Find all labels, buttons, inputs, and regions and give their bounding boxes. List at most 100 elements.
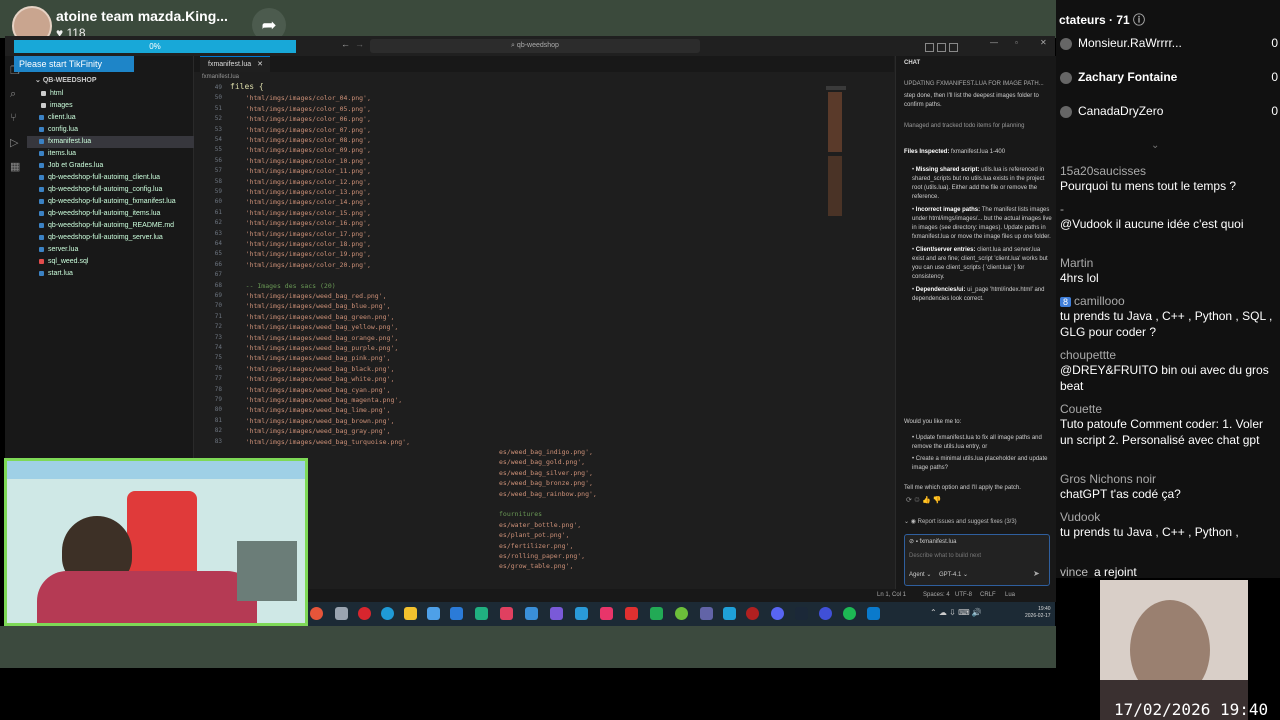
file-tree-item[interactable]: qb-weedshop-full-autoimg_fxmanifest.lua (27, 196, 205, 208)
file-tree-item[interactable]: html (27, 88, 207, 100)
encoding[interactable]: UTF-8 (955, 592, 972, 598)
send-icon[interactable]: ➤ (1033, 569, 1040, 578)
file-tree-item[interactable]: qb-weedshop-full-autoimg_client.lua (27, 172, 205, 184)
chat-message[interactable]: - @Vudook il aucune idée c'est quoi (1060, 202, 1278, 232)
app-icon-9[interactable] (500, 607, 513, 620)
app-icon-14[interactable] (625, 607, 638, 620)
app-icon-15[interactable] (650, 607, 663, 620)
top-viewer-row[interactable]: Monsieur.RaWrrrr... 0 (1060, 36, 1278, 50)
chat-input-box[interactable]: ⊘ ▪ fxmanifest.lua Describe what to buil… (904, 534, 1050, 586)
app-icon-10[interactable] (525, 607, 538, 620)
close-window-icon[interactable]: ✕ (1040, 38, 1047, 47)
discord-icon[interactable] (771, 607, 784, 620)
eol[interactable]: CRLF (980, 592, 996, 598)
chat-tab[interactable]: CHAT (904, 60, 920, 66)
chat-username[interactable]: Couette (1060, 402, 1278, 416)
collapse-chevron-icon[interactable]: ⌄ (1151, 140, 1159, 151)
opera-icon[interactable] (358, 607, 371, 620)
code-line-partial: es/weed_bag_bronze.png', (499, 479, 593, 488)
info-icon[interactable]: ⓘ (1133, 13, 1145, 27)
edge-icon[interactable] (381, 607, 394, 620)
store-icon[interactable] (427, 607, 440, 620)
chat-username[interactable]: vince (1060, 565, 1088, 579)
taskview-icon[interactable] (335, 607, 348, 620)
file-tree-item[interactable]: sql_weed.sql (27, 256, 205, 268)
file-tree-item[interactable]: fxmanifest.lua (27, 136, 205, 148)
chat-message[interactable]: Martin 4hrs lol (1060, 256, 1278, 286)
layout-icons[interactable] (925, 39, 975, 52)
chat-username[interactable]: 8 camillooo (1060, 294, 1278, 308)
language-mode[interactable]: Lua (1005, 592, 1015, 598)
file-tree-item[interactable]: server.lua (27, 244, 205, 256)
chat-feedback-icons[interactable]: ⟳ ♲ 👍 👎 (906, 496, 941, 504)
source-control-icon[interactable]: ⑂ (10, 112, 22, 124)
app-icon-18[interactable] (723, 607, 736, 620)
chat-message[interactable]: Couette Tuto patoufe Comment coder: 1. Vo… (1060, 402, 1278, 448)
file-tree-item[interactable]: start.lua (27, 268, 205, 280)
vscode-taskbar-icon[interactable] (867, 607, 880, 620)
tiktok-icon[interactable] (600, 607, 613, 620)
nav-back-icon[interactable]: ← (341, 39, 350, 49)
chat-message[interactable]: Vudook tu prends tu Java , C++ , Python , (1060, 510, 1278, 540)
app-icon-8[interactable] (475, 607, 488, 620)
chat-message[interactable]: choupettte @DREY&FRUITO bin oui avec du g… (1060, 348, 1278, 394)
agent-mode-select[interactable]: Agent ⌄ (909, 571, 931, 578)
files-inspected-value[interactable]: fxmanifest.lua 1-400 (951, 149, 1005, 155)
minimap[interactable] (826, 86, 846, 226)
chat-message[interactable]: 8 camillooo tu prends tu Java , C++ , Pyth… (1060, 294, 1278, 340)
chat-username[interactable]: choupettte (1060, 348, 1278, 362)
teams-icon[interactable] (700, 607, 713, 620)
xbox-icon[interactable] (675, 607, 688, 620)
minimize-icon[interactable]: — (990, 38, 998, 47)
chat-message[interactable]: vince a rejoint (1060, 564, 1278, 580)
explorer-root[interactable]: ⌄ QB-WEEDSHOP (35, 76, 96, 84)
indentation[interactable]: Spaces: 4 (923, 592, 950, 598)
file-tree-item[interactable]: images (27, 100, 207, 112)
taskbar-date: 2026-02-17 (1025, 613, 1051, 619)
chat-message[interactable]: Gros Nichons noir chatGPT t'as codé ça? (1060, 472, 1278, 502)
file-tree-item[interactable]: client.lua (27, 112, 205, 124)
maximize-icon[interactable]: ▫ (1015, 38, 1018, 47)
file-tree-item[interactable]: qb-weedshop-full-autoimg_config.lua (27, 184, 205, 196)
chat-username[interactable]: Martin (1060, 256, 1278, 270)
file-explorer-icon[interactable] (404, 607, 417, 620)
app-icon-12[interactable] (575, 607, 588, 620)
file-tree-item[interactable]: qb-weedshop-full-autoimg_server.lua (27, 232, 205, 244)
app-icon-19[interactable] (746, 607, 759, 620)
spotify-icon[interactable] (843, 607, 856, 620)
tab-close-icon[interactable]: ✕ (257, 61, 263, 68)
tray-icons[interactable]: ⌃ ☁ ⇩ ⌨ 🔊 (930, 608, 982, 617)
file-tree-item[interactable]: items.lua (27, 148, 205, 160)
file-tree-item[interactable]: Job et Grades.lua (27, 160, 205, 172)
app-icon-11[interactable] (550, 607, 563, 620)
file-tree-item[interactable]: qb-weedshop-full-autoimg_items.lua (27, 208, 205, 220)
run-debug-icon[interactable]: ▷ (10, 136, 22, 149)
file-tree-item[interactable]: qb-weedshop-full-autoimg_README.md (27, 220, 205, 232)
app-icon-1[interactable] (310, 607, 323, 620)
viewers-count[interactable]: ctateurs · 71 ⓘ (1059, 11, 1145, 28)
file-tree-item[interactable]: config.lua (27, 124, 205, 136)
chat-message[interactable]: 15a20saucisses Pourquoi tu mens tout le t… (1060, 164, 1278, 194)
search-icon[interactable]: ⌕ (10, 88, 22, 100)
top-viewer-row[interactable]: Zachary Fontaine 0 (1060, 70, 1278, 84)
chat-username[interactable]: Vudook (1060, 510, 1278, 524)
model-select[interactable]: GPT-4.1 ⌄ (939, 571, 968, 578)
context-file-chip[interactable]: ⊘ ▪ fxmanifest.lua (909, 538, 957, 545)
chat-input-placeholder[interactable]: Describe what to build next (909, 553, 981, 559)
mail-icon[interactable] (450, 607, 463, 620)
taskbar-clock[interactable]: 19:40 2026-02-17 (1025, 606, 1051, 620)
chat-username[interactable]: Gros Nichons noir (1060, 472, 1278, 486)
nav-forward-icon[interactable]: → (355, 39, 364, 49)
top-viewer-row[interactable]: CanadaDryZero 0 (1060, 104, 1278, 118)
app-icon-22[interactable] (819, 607, 832, 620)
extensions-icon[interactable]: ▦ (10, 160, 22, 173)
streamer-name[interactable]: atoine team mazda.King... (56, 8, 228, 24)
tab-fxmanifest[interactable]: fxmanifest.lua ✕ (200, 56, 270, 72)
cursor-position[interactable]: Ln 1, Col 1 (877, 592, 906, 598)
steam-icon[interactable] (795, 607, 808, 620)
chat-username[interactable]: - (1060, 202, 1278, 216)
breadcrumb[interactable]: fxmanifest.lua (202, 74, 239, 80)
task-status[interactable]: ⌄ ◉ Report issues and suggest fixes (3/3… (904, 518, 1052, 527)
command-search-input[interactable]: ⌕ qb-weedshop (370, 39, 700, 53)
chat-username[interactable]: 15a20saucisses (1060, 164, 1278, 178)
